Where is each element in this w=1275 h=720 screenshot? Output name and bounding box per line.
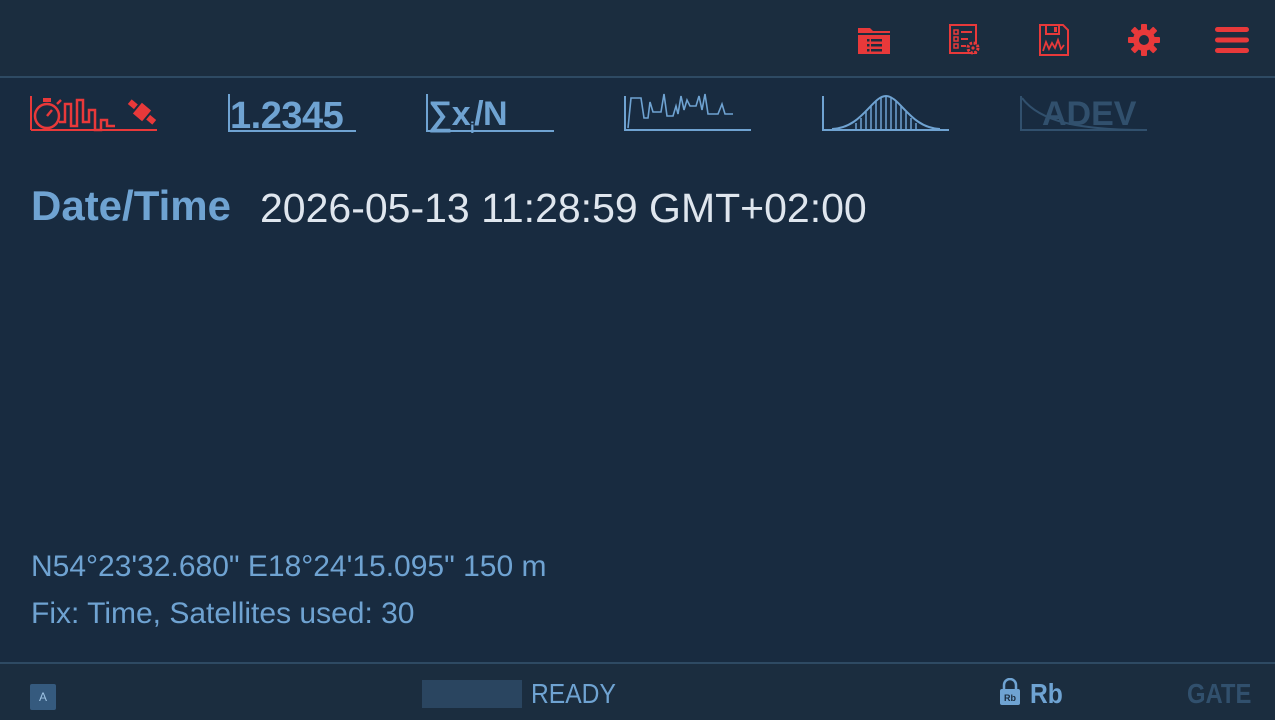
tab-timestamp-gnss[interactable] bbox=[30, 92, 158, 132]
lock-icon: Rb bbox=[998, 677, 1022, 706]
tab-time-series[interactable] bbox=[624, 92, 752, 132]
lock-icon-text: Rb bbox=[1004, 693, 1016, 703]
measurement-state: READY bbox=[531, 678, 616, 709]
gnss-fix-info: Fix: Time, Satellites used: 30 bbox=[31, 597, 415, 630]
mode-tabs: 1.2345 ∑xi/N ADEV bbox=[0, 88, 1275, 138]
waveform-icon bbox=[624, 93, 751, 131]
save-chart-icon[interactable] bbox=[1034, 20, 1074, 60]
statistics-tab-label: ∑x bbox=[428, 95, 471, 133]
datetime-value: 2026-05-13 11:28:59 GMT+02:00 bbox=[260, 185, 867, 231]
histogram-icon bbox=[822, 94, 949, 131]
report-settings-icon[interactable] bbox=[944, 20, 984, 60]
tab-statistics[interactable]: ∑xi/N bbox=[426, 92, 554, 137]
reference-source[interactable]: Rb bbox=[1030, 678, 1063, 710]
folder-list-icon[interactable] bbox=[854, 20, 894, 60]
statistics-tab-tail: /N bbox=[474, 95, 508, 133]
measurement-progress-bar bbox=[422, 680, 522, 708]
top-toolbar bbox=[0, 0, 1275, 78]
gear-icon[interactable] bbox=[1124, 20, 1164, 60]
tab-histogram[interactable] bbox=[822, 92, 950, 132]
tab-numeric[interactable]: 1.2345 bbox=[228, 92, 356, 137]
stopwatch-satellite-icon bbox=[30, 96, 157, 132]
hamburger-menu-icon[interactable] bbox=[1212, 20, 1252, 60]
gate-indicator: GATE bbox=[1187, 678, 1252, 709]
adev-tab-label: ADEV bbox=[1042, 95, 1137, 133]
gnss-coordinates: N54°23'32.680" E18°24'15.095" 150 m bbox=[31, 550, 547, 583]
datetime-label: Date/Time bbox=[31, 182, 231, 229]
mode-badge[interactable]: A bbox=[30, 684, 56, 710]
tab-adev: ADEV bbox=[1020, 92, 1148, 133]
status-bar: A READY Rb Rb GATE bbox=[0, 662, 1275, 720]
